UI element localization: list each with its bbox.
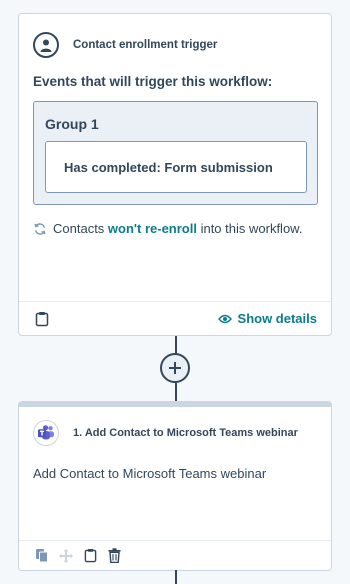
filter-condition[interactable]: Has completed: Form submission [45, 141, 307, 193]
action-description: Add Contact to Microsoft Teams webinar [33, 466, 267, 481]
show-details-link[interactable]: Show details [217, 311, 317, 326]
move-icon[interactable] [57, 547, 75, 565]
reenroll-prefix: Contacts [53, 221, 108, 236]
connector-line [175, 570, 177, 584]
action-card[interactable]: 1. Add Contact to Microsoft Teams webina… [18, 401, 332, 571]
copy-icon[interactable] [33, 547, 51, 565]
trigger-header: Contact enrollment trigger [19, 14, 331, 60]
contact-avatar-icon [33, 32, 59, 58]
action-title: 1. Add Contact to Microsoft Teams webina… [73, 427, 298, 439]
group-title: Group 1 [45, 116, 99, 132]
connector-line [175, 336, 177, 354]
add-action-button[interactable] [160, 353, 190, 383]
filter-group: Group 1 Has completed: Form submission [33, 101, 318, 205]
filter-condition-text: Has completed: Form submission [64, 159, 273, 175]
reenroll-suffix: into this workflow. [196, 221, 303, 236]
events-heading: Events that will trigger this workflow: [33, 74, 273, 89]
connector-line [175, 383, 177, 401]
trigger-card-footer: Show details [19, 301, 331, 335]
refresh-icon [34, 222, 46, 235]
action-card-footer [19, 540, 331, 570]
action-header: 1. Add Contact to Microsoft Teams webina… [19, 407, 331, 447]
plus-icon [169, 362, 181, 374]
enrollment-trigger-card[interactable]: Contact enrollment trigger Events that w… [18, 13, 332, 336]
reenroll-link[interactable]: won't re-enroll [108, 221, 197, 236]
microsoft-teams-icon [33, 420, 59, 446]
trigger-title: Contact enrollment trigger [73, 39, 218, 51]
eye-icon [217, 314, 232, 323]
clipboard-icon[interactable] [33, 310, 51, 328]
reenroll-info: Contacts won't re-enroll into this workf… [33, 221, 302, 236]
trash-icon[interactable] [105, 547, 123, 565]
clipboard-icon[interactable] [81, 547, 99, 565]
show-details-label: Show details [237, 311, 317, 326]
